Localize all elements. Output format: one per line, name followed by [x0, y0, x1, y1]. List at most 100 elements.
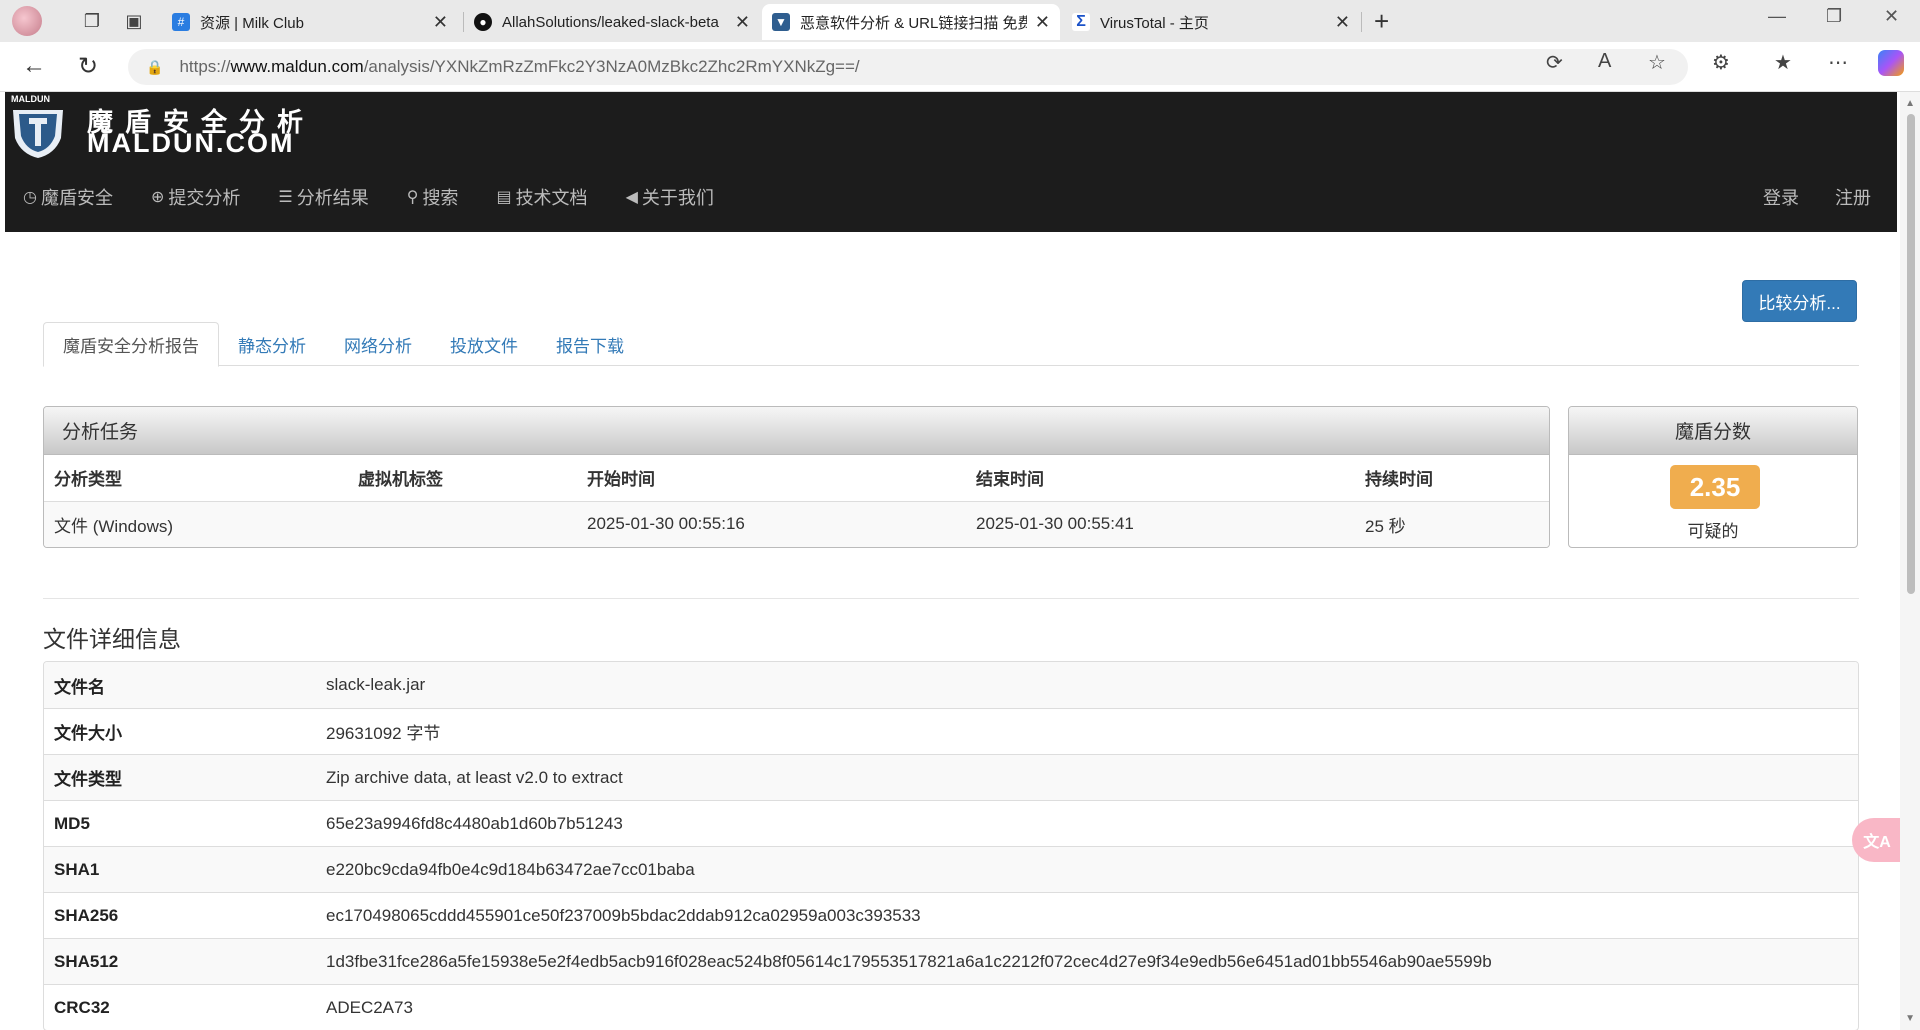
- panel-title: 魔盾分数: [1569, 407, 1857, 455]
- column-header: 持续时间: [1355, 455, 1549, 502]
- minimize-icon[interactable]: —: [1768, 6, 1786, 27]
- score-badge: 2.35: [1670, 465, 1760, 509]
- tab-static-analysis[interactable]: 静态分析: [219, 322, 325, 366]
- table-row: 文件大小 29631092 字节: [44, 708, 1858, 754]
- main-nav: ◷ 魔盾安全 ⊕ 提交分析 ☰ 分析结果 ⚲ 搜索 ▤ 技术文档 ◀ 关于我们: [23, 184, 752, 210]
- edge-refresh-icon[interactable]: ⟳: [1546, 50, 1563, 75]
- row-value: ec170498065cddd455901ce50f237009b5bdac2d…: [316, 892, 1858, 938]
- login-link[interactable]: 登录: [1763, 184, 1799, 210]
- table-cell: 2025-01-30 00:55:41: [966, 501, 1355, 547]
- table-row: SHA256 ec170498065cddd455901ce50f237009b5…: [44, 892, 1858, 938]
- table-row: CRC32 ADEC2A73: [44, 984, 1858, 1030]
- close-icon[interactable]: ✕: [1035, 12, 1050, 33]
- column-header: 分析类型: [44, 455, 348, 502]
- maldun-shield-logo[interactable]: [9, 98, 67, 160]
- favorite-star-icon[interactable]: ☆: [1648, 50, 1666, 75]
- nav-submit-analysis[interactable]: ⊕ 提交分析: [151, 184, 240, 210]
- virustotal-icon: Σ: [1072, 13, 1090, 31]
- tab-report-download[interactable]: 报告下载: [537, 322, 643, 366]
- copilot-icon[interactable]: [1878, 50, 1904, 76]
- page-scrollbar[interactable]: ▲ ▼: [1900, 92, 1920, 1030]
- list-icon: ☰: [278, 189, 293, 206]
- row-key: CRC32: [44, 984, 316, 1030]
- nav-about-us[interactable]: ◀ 关于我们: [626, 184, 714, 210]
- browser-tab-milk-club[interactable]: # 资源 | Milk Club ✕: [162, 4, 458, 40]
- row-value: e220bc9cda94fb0e4c9d184b63472ae7cc01baba: [316, 846, 1858, 892]
- close-icon[interactable]: ✕: [735, 12, 750, 33]
- read-aloud-icon[interactable]: A: [1598, 50, 1611, 73]
- table-cell: [348, 501, 577, 547]
- row-value: ADEC2A73: [316, 984, 1858, 1030]
- table-row: SHA512 1d3fbe31fce286a5fe15938e5e2f4edb5a…: [44, 938, 1858, 984]
- close-window-icon[interactable]: ✕: [1884, 6, 1899, 27]
- row-key: MD5: [44, 800, 316, 846]
- maldun-score-panel: 魔盾分数 2.35 可疑的: [1568, 406, 1858, 548]
- panel-title: 分析任务: [44, 407, 1549, 455]
- tab-maldun-report[interactable]: 魔盾安全分析报告: [43, 322, 219, 367]
- tab-actions-icon[interactable]: ▣: [120, 7, 148, 35]
- file-details-table: 文件名 slack-leak.jar 文件大小 29631092 字节 文件类型 Zi…: [43, 661, 1859, 1030]
- bullhorn-icon: ◀: [625, 189, 638, 206]
- row-value: 65e23a9946fd8c4480ab1d60b7b51243: [316, 800, 1858, 846]
- extensions-icon[interactable]: ⚙: [1712, 50, 1730, 75]
- github-icon: ●: [474, 13, 492, 31]
- row-key: 文件名: [44, 662, 316, 708]
- score-verdict: 可疑的: [1687, 522, 1739, 541]
- table-row: MD5 65e23a9946fd8c4480ab1d60b7b51243: [44, 800, 1858, 846]
- compare-analysis-button[interactable]: 比较分析...: [1742, 280, 1857, 322]
- table-cell: 文件 (Windows): [44, 501, 348, 547]
- close-icon[interactable]: ✕: [1335, 12, 1350, 33]
- nav-search[interactable]: ⚲ 搜索: [407, 184, 459, 210]
- nav-analysis-results[interactable]: ☰ 分析结果: [278, 184, 368, 210]
- maldun-icon: ▼: [772, 13, 790, 31]
- column-header: 结束时间: [966, 455, 1355, 502]
- profile-avatar[interactable]: [12, 6, 42, 36]
- lock-icon[interactable]: 🔒: [146, 59, 163, 76]
- restore-icon[interactable]: ❐: [1826, 6, 1842, 27]
- page-viewport: MALDUN 魔盾安全分析 MALDUN.COM ◷ 魔盾安全 ⊕ 提交分析 ☰ 分析…: [0, 92, 1920, 1030]
- row-value: 1d3fbe31fce286a5fe15938e5e2f4edb5acb916f…: [316, 938, 1858, 984]
- row-key: 文件大小: [44, 708, 316, 754]
- table-cell: 2025-01-30 00:55:16: [577, 501, 966, 547]
- workspaces-icon[interactable]: ❐: [78, 7, 106, 35]
- browser-tab-github[interactable]: ● AllahSolutions/leaked-slack-beta ✕: [464, 4, 760, 40]
- clock-icon: ◷: [23, 189, 37, 206]
- refresh-icon[interactable]: ↻: [78, 52, 98, 81]
- column-header: 开始时间: [577, 455, 966, 502]
- scroll-down-icon[interactable]: ▼: [1905, 1013, 1915, 1024]
- table-row: 文件名 slack-leak.jar: [44, 662, 1858, 708]
- close-icon[interactable]: ✕: [433, 12, 448, 33]
- table-row: 文件类型 Zip archive data, at least v2.0 to e…: [44, 754, 1858, 800]
- analysis-task-table: 分析类型 虚拟机标签 开始时间 结束时间 持续时间 文件 (Windows) 2…: [44, 455, 1549, 547]
- tab-network-analysis[interactable]: 网络分析: [325, 322, 431, 366]
- scroll-up-icon[interactable]: ▲: [1905, 98, 1915, 109]
- translate-widget-icon[interactable]: 文A: [1852, 818, 1902, 862]
- browser-tab-virustotal[interactable]: Σ VirusTotal - 主页 ✕: [1062, 4, 1360, 40]
- scroll-thumb[interactable]: [1907, 114, 1915, 594]
- column-header: 虚拟机标签: [348, 455, 577, 502]
- row-key: 文件类型: [44, 754, 316, 800]
- table-cell: 25 秒: [1355, 501, 1549, 547]
- logo-badge: MALDUN: [11, 94, 50, 104]
- browser-tab-maldun[interactable]: ▼ 恶意软件分析 & URL链接扫描 免费 ✕: [762, 4, 1060, 40]
- address-bar-row: ← ↻ 🔒 https://www.maldun.com/analysis/YX…: [0, 42, 1920, 92]
- new-tab-button[interactable]: +: [1374, 6, 1389, 37]
- analysis-task-panel: 分析任务 分析类型 虚拟机标签 开始时间 结束时间 持续时间 文件 (Windo…: [43, 406, 1550, 548]
- nav-maldun-security[interactable]: ◷ 魔盾安全: [23, 184, 113, 210]
- report-tabs: 魔盾安全分析报告 静态分析 网络分析 投放文件 报告下载: [43, 322, 1859, 367]
- divider: [43, 598, 1859, 599]
- nav-tech-docs[interactable]: ▤ 技术文档: [496, 184, 587, 210]
- url-field[interactable]: 🔒 https://www.maldun.com/analysis/YXNkZm…: [128, 49, 1688, 85]
- register-link[interactable]: 注册: [1835, 184, 1871, 210]
- row-key: SHA256: [44, 892, 316, 938]
- logo-english-text: MALDUN.COM: [87, 128, 295, 158]
- file-details-title: 文件详细信息: [43, 626, 181, 652]
- milk-club-icon: #: [172, 13, 190, 31]
- search-icon: ⚲: [406, 189, 419, 206]
- favorites-icon[interactable]: ★: [1774, 50, 1792, 75]
- row-value: Zip archive data, at least v2.0 to extra…: [316, 754, 1858, 800]
- row-key: SHA1: [44, 846, 316, 892]
- back-icon[interactable]: ←: [22, 52, 46, 80]
- more-icon[interactable]: ⋯: [1828, 50, 1848, 75]
- tab-dropped-files[interactable]: 投放文件: [431, 322, 537, 366]
